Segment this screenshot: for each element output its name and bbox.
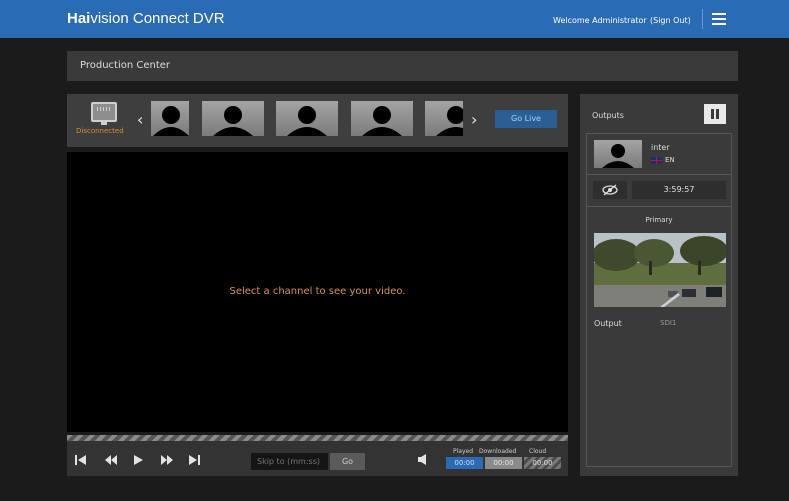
video-player[interactable]: Select a channel to see your video. (67, 152, 568, 432)
output-source-thumbnail (594, 140, 642, 168)
skip-to-start-icon[interactable] (75, 455, 86, 465)
sign-out-link[interactable]: (Sign Out) (650, 16, 691, 25)
uk-flag-icon (651, 157, 662, 164)
outputs-panel: Outputs inter EN 3:59:57 Primary Output … (580, 94, 738, 476)
channel-thumbnail[interactable] (425, 101, 463, 136)
channel-thumbnail[interactable] (202, 101, 264, 136)
skip-go-button[interactable]: Go (330, 453, 365, 470)
play-icon[interactable] (134, 455, 143, 465)
played-time: 00:00 (446, 457, 483, 469)
page-title: Production Center (80, 60, 171, 71)
video-placeholder-message: Select a channel to see your video. (229, 286, 406, 297)
downloaded-legend-label: Downloaded (479, 448, 517, 455)
disconnected-network-icon (91, 102, 117, 125)
output-language: EN (665, 156, 675, 164)
skip-to-time-input[interactable] (251, 453, 328, 470)
downloaded-time: 00:00 (485, 457, 522, 469)
pause-icon[interactable] (704, 104, 726, 124)
cloud-legend-label: Cloud (529, 448, 547, 455)
channel-thumbnail[interactable] (151, 101, 189, 136)
connection-status: Disconnected (76, 127, 124, 135)
rewind-icon[interactable] (105, 455, 117, 465)
welcome-text: Welcome Administrator (553, 16, 647, 25)
hide-preview-icon[interactable] (593, 181, 627, 199)
divider (587, 206, 731, 207)
output-label: Output (594, 319, 622, 328)
output-source-name: inter (651, 143, 670, 152)
cloud-time: 00:00 (524, 457, 561, 469)
top-bar: Haivision Connect DVR Welcome Administra… (0, 0, 789, 38)
output-card: inter EN 3:59:57 Primary Output SDI1 (586, 133, 732, 467)
output-port-value: SDI1 (660, 319, 677, 327)
primary-output-preview[interactable] (594, 233, 726, 307)
chevron-right-icon[interactable]: › (471, 112, 477, 128)
fast-forward-icon[interactable] (161, 455, 173, 465)
skip-to-end-icon[interactable] (189, 455, 200, 465)
channel-strip: Disconnected ‹ › Go Live (67, 94, 568, 147)
divider (587, 174, 731, 175)
outputs-title: Outputs (592, 111, 624, 120)
brand-logo: Haivision Connect DVR (67, 10, 225, 27)
recording-timer: 3:59:57 (632, 181, 726, 199)
chevron-left-icon[interactable]: ‹ (137, 112, 143, 128)
go-live-button[interactable]: Go Live (495, 110, 557, 128)
primary-label: Primary (645, 216, 673, 224)
volume-icon[interactable] (418, 454, 429, 465)
channel-thumbnail[interactable] (351, 101, 413, 136)
played-legend-label: Played (453, 448, 474, 455)
menu-divider (702, 9, 703, 29)
hamburger-menu-icon[interactable] (712, 13, 726, 25)
page-header: Production Center (67, 51, 738, 81)
playback-controls: Go Played Downloaded Cloud 00:00 00:00 0… (67, 441, 568, 476)
channel-thumbnail[interactable] (276, 101, 338, 136)
